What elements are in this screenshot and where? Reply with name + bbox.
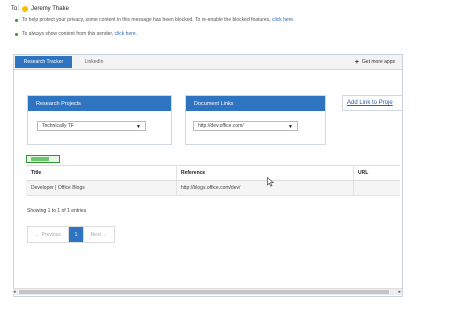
toggle-fill xyxy=(31,157,49,161)
scrollbar-thumb[interactable] xyxy=(19,290,389,294)
cell-url xyxy=(353,181,358,195)
tab-research-tracker[interactable]: Research Tracker xyxy=(15,56,72,68)
mouse-cursor-icon xyxy=(267,177,274,187)
page-1-button[interactable]: 1 xyxy=(69,227,84,242)
info-bullet-icon xyxy=(15,32,18,36)
get-more-apps-button[interactable]: + Get more apps xyxy=(355,57,395,67)
to-label: To: xyxy=(11,6,20,12)
plus-icon: + xyxy=(354,58,359,66)
add-link-button[interactable]: Add Link to Proje xyxy=(342,95,402,111)
cell-title: Developer | Office Blogs xyxy=(31,185,85,191)
privacy-notice-text: To help protect your privacy, some conte… xyxy=(22,17,272,23)
sender-notice-text: To always show content from this sender, xyxy=(22,31,115,37)
document-links-card: Document Links http://dev.office.com/ ▼ xyxy=(185,95,326,145)
addin-panel: Research Tracker LinkedIn + Get more app… xyxy=(13,54,403,297)
privacy-notice: To help protect your privacy, some conte… xyxy=(15,17,294,23)
recipient-line: To: Jeremy Thake xyxy=(11,6,69,12)
research-projects-card: Research Projects Technically TF ▼ xyxy=(27,95,172,145)
cell-reference[interactable]: http://blogs.office.com/dev/ xyxy=(176,181,240,195)
toggle-control[interactable] xyxy=(26,155,60,163)
chevron-down-icon: ▼ xyxy=(136,124,141,130)
get-more-apps-label: Get more apps xyxy=(361,59,395,65)
tab-bar: Research Tracker LinkedIn + Get more app… xyxy=(14,55,402,70)
pagination: ← Previous 1 Next → xyxy=(27,226,115,243)
sender-notice: To always show content from this sender,… xyxy=(15,31,137,37)
entries-summary: Showing 1 to 1 of 1 entries xyxy=(27,208,87,214)
research-project-value: Technically TF xyxy=(42,123,74,129)
enable-blocked-link[interactable]: click here. xyxy=(272,17,295,23)
research-projects-title: Research Projects xyxy=(28,96,171,111)
research-project-select[interactable]: Technically TF ▼ xyxy=(37,121,146,131)
links-table: Title Reference URL Developer | Office B… xyxy=(26,165,400,196)
horizontal-scrollbar[interactable]: ◂ ▸ xyxy=(13,288,402,295)
always-show-link[interactable]: click here. xyxy=(115,31,138,37)
column-header-title[interactable]: Title xyxy=(31,166,41,180)
recipient-name[interactable]: Jeremy Thake xyxy=(31,6,69,12)
presence-status-icon xyxy=(22,6,29,12)
chevron-down-icon: ▼ xyxy=(288,124,293,130)
column-header-url[interactable]: URL xyxy=(353,166,368,180)
document-links-title: Document Links xyxy=(186,96,325,111)
document-link-select[interactable]: http://dev.office.com/ ▼ xyxy=(193,121,298,131)
column-header-reference[interactable]: Reference xyxy=(176,166,205,180)
table-row[interactable]: Developer | Office Blogs http://blogs.of… xyxy=(26,181,400,196)
tab-linkedin[interactable]: LinkedIn xyxy=(76,56,112,68)
next-page-button[interactable]: Next → xyxy=(84,227,114,242)
previous-page-button[interactable]: ← Previous xyxy=(28,227,69,242)
document-link-value: http://dev.office.com/ xyxy=(198,123,244,129)
scroll-right-icon[interactable]: ▸ xyxy=(398,289,401,295)
scroll-left-icon[interactable]: ◂ xyxy=(13,289,16,295)
info-bullet-icon xyxy=(15,18,18,22)
table-header: Title Reference URL xyxy=(26,165,400,181)
